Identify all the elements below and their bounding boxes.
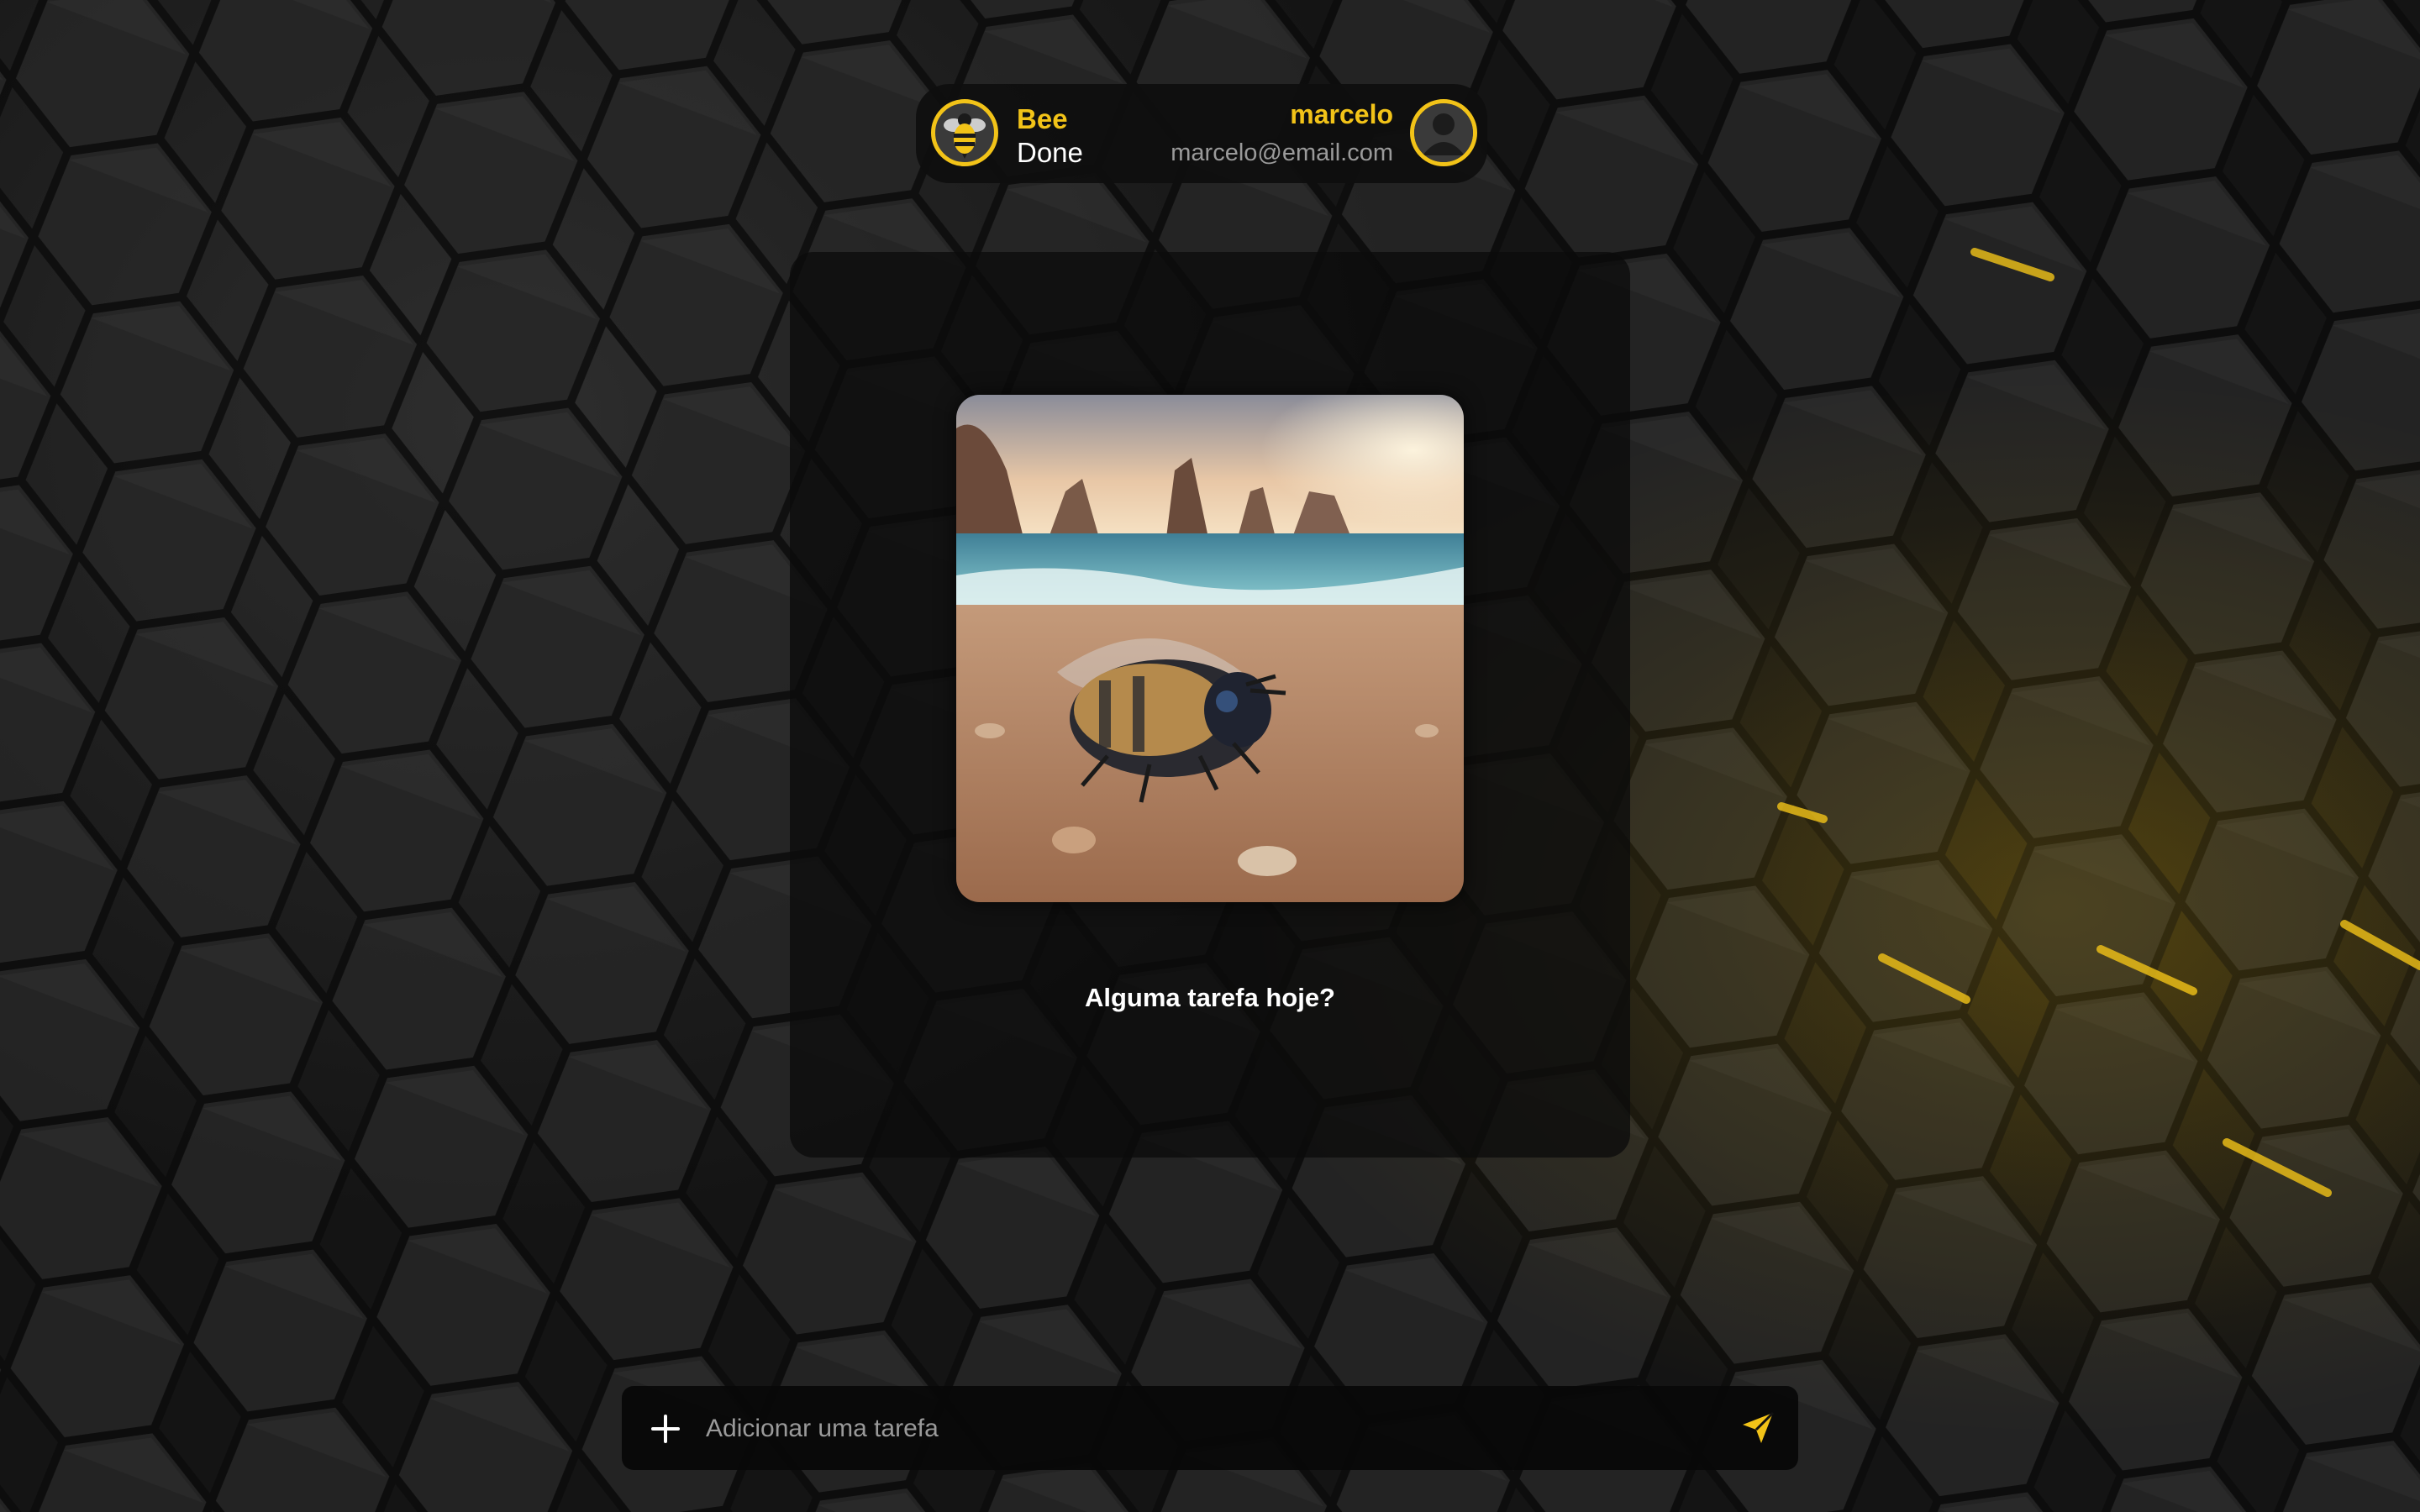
task-input[interactable] bbox=[704, 1403, 1699, 1455]
user-email: marcelo@email.com bbox=[1171, 139, 1393, 166]
app-header: Bee Done marcelo marcelo@email.com bbox=[916, 84, 1487, 183]
plus-icon[interactable] bbox=[642, 1404, 689, 1452]
add-task-bar bbox=[622, 1386, 1798, 1470]
task-list-panel: Alguma tarefa hoje? bbox=[790, 252, 1630, 1158]
send-icon[interactable] bbox=[1738, 1408, 1778, 1448]
app-brand: Bee Done bbox=[1017, 102, 1083, 170]
empty-state-message: Alguma tarefa hoje? bbox=[1085, 983, 1335, 1012]
hero-image bbox=[956, 395, 1464, 902]
bee-icon bbox=[931, 99, 998, 166]
brand-title: Bee bbox=[1017, 103, 1068, 134]
user-name: marcelo bbox=[1290, 99, 1393, 129]
user-avatar-icon[interactable] bbox=[1410, 99, 1477, 166]
brand-subtitle: Done bbox=[1017, 137, 1083, 168]
